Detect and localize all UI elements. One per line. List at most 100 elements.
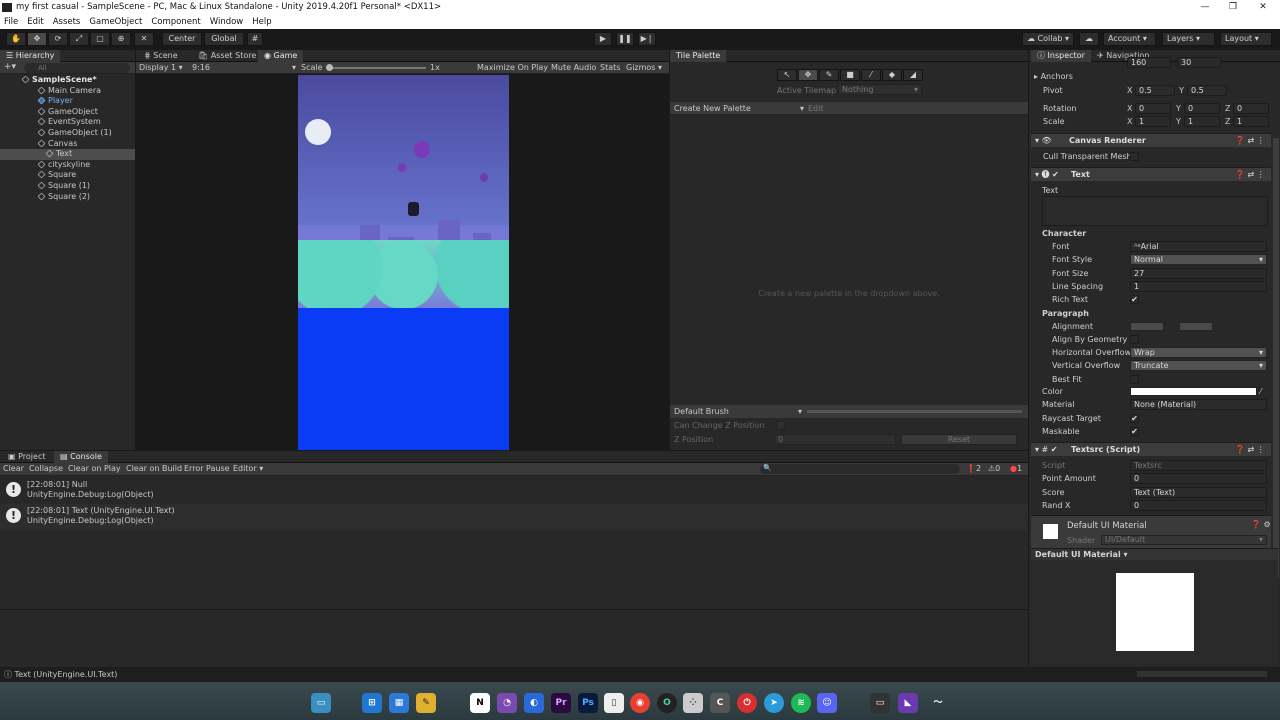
collapse-button[interactable]: Collapse [29,463,63,475]
canvas-renderer-header[interactable]: ▾ 👁 Canvas Renderer ❓ ⇄ ⋮ [1031,133,1271,147]
script-component-header[interactable]: ▾ # ✔ Textsrc (Script) ❓ ⇄ ⋮ [1031,442,1271,456]
store-icon[interactable]: ▦ [389,693,409,713]
material-menu-icon[interactable]: ❓ ⚙ [1251,520,1271,529]
opera-icon[interactable]: O [657,693,677,713]
select-tile-icon[interactable]: ↖ [777,69,797,81]
box-fill-icon[interactable]: ■ [840,69,860,81]
apps-icon[interactable]: ⁘ [683,693,703,713]
z-position-field[interactable]: 0 [774,434,896,445]
scale-slider[interactable] [326,67,426,69]
chrome-icon[interactable]: ◉ [630,693,650,713]
rotation-y-field[interactable]: 0 [1184,103,1220,114]
font-field[interactable]: ᴬᵃArial [1130,241,1267,252]
menu-assets[interactable]: Assets [53,15,81,29]
taskview-icon[interactable]: ▭ [311,693,331,713]
best-fit-checkbox[interactable] [1130,375,1139,384]
clear-on-play-button[interactable]: Clear on Play [68,463,121,475]
clear-on-build-button[interactable]: Clear on Build [126,463,182,475]
scale-y-field[interactable]: 1 [1184,116,1220,127]
pause-icon[interactable]: ❚❚ [616,32,634,46]
hand-tool-icon[interactable]: ✋ [6,32,26,46]
hierarchy-search-input[interactable]: All [24,63,130,73]
photoshop-icon[interactable]: Ps [578,693,598,713]
console-entry[interactable]: ! [22:08:01] Null UnityEngine.Debug:Log(… [0,478,1028,504]
text-content-area[interactable] [1042,196,1268,226]
terminal-icon[interactable]: C [710,693,730,713]
premiere-icon[interactable]: Pr [551,693,571,713]
hierarchy-item[interactable]: Square (2) [0,192,135,203]
play-icon[interactable]: ▶ [594,32,612,46]
tab-project[interactable]: ▣ Project [2,451,51,463]
aspect-dropdown[interactable]: 9:16 ▾ [192,62,296,74]
rotate-tool-icon[interactable]: ⟳ [48,32,68,46]
error-pause-button[interactable]: Error Pause [184,463,230,475]
script-menu-icon[interactable]: ❓ ⇄ ⋮ [1235,443,1265,457]
firefox-icon[interactable]: ◐ [524,693,544,713]
v-overflow-dropdown[interactable]: Truncate ▾ [1130,360,1267,371]
mute-audio-toggle[interactable]: Mute Audio [551,62,596,74]
notes-icon[interactable]: ✎ [416,693,436,713]
rotation-x-field[interactable]: 0 [1135,103,1171,114]
tab-console[interactable]: ▤ Console [54,451,108,463]
hierarchy-item[interactable]: Square (1) [0,181,135,192]
pivot-y-field[interactable]: 0.5 [1187,85,1227,96]
custom-tool-icon[interactable]: ✕ [134,32,154,46]
scale-x-field[interactable]: 1 [1135,116,1171,127]
display-dropdown[interactable]: Display 1 ▾ [139,62,183,74]
tab-tile-palette[interactable]: Tile Palette [670,50,727,62]
start-icon[interactable]: ⊞ [362,693,382,713]
rect-tool-icon[interactable]: ▢ [90,32,110,46]
menu-edit[interactable]: Edit [27,15,43,29]
move-tool-icon[interactable]: ✥ [27,32,47,46]
anchors-row[interactable]: ▸ Anchors [1033,70,1273,83]
tab-scene[interactable]: ⋕ Scene [138,50,184,62]
point-amount-field[interactable]: 0 [1130,473,1267,484]
hierarchy-item[interactable]: cityskyline [0,160,135,171]
shader-dropdown[interactable]: UI/Default ▾ [1101,535,1267,545]
eraser-icon[interactable]: ◆ [882,69,902,81]
picker-icon[interactable]: ⁄ [861,69,881,81]
inspector-scrollbar[interactable] [1273,138,1279,578]
maskable-checkbox[interactable]: ✔ [1130,427,1139,436]
tab-hierarchy[interactable]: ☰ Hierarchy [0,50,61,62]
rich-text-checkbox[interactable]: ✔ [1130,295,1139,304]
height-field[interactable]: 30 [1177,57,1221,68]
hierarchy-item[interactable]: Canvas [0,139,135,150]
move-tile-icon[interactable]: ✥ [798,69,818,81]
can-change-z-checkbox[interactable] [776,421,785,430]
hierarchy-item[interactable]: GameObject (1) [0,128,135,139]
score-field[interactable]: Text (Text) [1130,487,1267,498]
hierarchy-item[interactable]: Main Camera [0,86,135,97]
minimize-icon[interactable]: — [1190,0,1220,15]
tab-asset-store[interactable]: 🛍 Asset Store [192,50,262,62]
power-icon[interactable]: ⏻ [737,693,757,713]
monitor-icon[interactable]: ▭ [870,693,890,713]
pivot-center-button[interactable]: Center [162,32,202,46]
transform-tool-icon[interactable]: ⊕ [111,32,131,46]
warning-count[interactable]: ⚠0 [988,463,1000,475]
menu-gameobject[interactable]: GameObject [89,15,142,29]
spotify-icon[interactable]: ≋ [791,693,811,713]
scale-slider-handle[interactable] [326,64,333,71]
horizontal-align-buttons[interactable] [1130,322,1164,331]
width-field[interactable]: 160 [1127,57,1171,68]
maximize-icon[interactable]: ❐ [1218,0,1248,15]
hierarchy-item[interactable]: SampleScene* [0,75,135,86]
close-icon[interactable]: ✕ [1248,0,1278,15]
maximize-on-play-toggle[interactable]: Maximize On Play [477,62,548,74]
randx-field[interactable]: 0 [1130,500,1267,511]
console-entry[interactable]: ! [22:08:01] Text (UnityEngine.UI.Text) … [0,504,1028,530]
brush-dropdown[interactable]: Default Brush ▾ [674,405,802,418]
layers-dropdown[interactable]: Layers ▾ [1162,32,1215,46]
layout-dropdown[interactable]: Layout ▾ [1220,32,1272,46]
color-swatch[interactable] [1130,387,1257,396]
menu-file[interactable]: File [4,15,18,29]
editor-dropdown[interactable]: Editor ▾ [233,463,263,475]
cloud-icon[interactable]: ☁ [1079,32,1099,46]
pivot-x-field[interactable]: 0.5 [1135,85,1175,96]
clear-button[interactable]: Clear [3,463,24,475]
fill-icon[interactable]: ◢ [903,69,923,81]
h-overflow-dropdown[interactable]: Wrap ▾ [1130,347,1267,358]
raycast-checkbox[interactable]: ✔ [1130,414,1139,423]
font-size-field[interactable]: 27 [1130,268,1267,279]
